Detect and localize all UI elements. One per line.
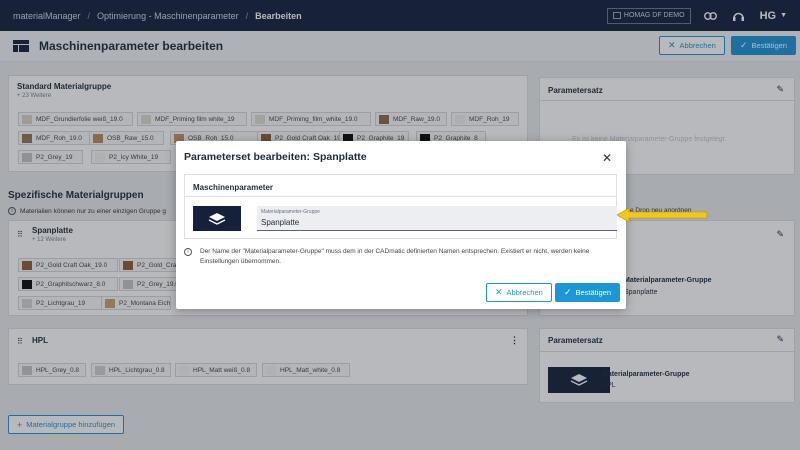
edit-parameter-set-dialog: Parameterset bearbeiten: Spanplatte ✕ Ma… <box>176 141 626 309</box>
dialog-title: Parameterset bearbeiten: Spanplatte <box>184 151 367 163</box>
dialog-info: i Der Name der "Materialparameter-Gruppe"… <box>184 247 609 267</box>
field-label: Materialparameter-Gruppe <box>261 209 320 215</box>
close-icon: ✕ <box>495 287 503 297</box>
close-icon[interactable]: ✕ <box>602 151 612 165</box>
layers-icon <box>208 212 226 225</box>
dialog-info-text: Der Name der "Materialparameter-Gruppe" … <box>200 248 590 265</box>
dialog-confirm-label: Bestätigen <box>575 288 611 297</box>
section-title: Maschinenparameter <box>185 175 616 197</box>
dialog-cancel-label: Abbrechen <box>506 288 543 297</box>
annotation-arrow <box>617 207 708 223</box>
check-icon: ✓ <box>564 287 572 297</box>
parameter-group-field[interactable]: Materialparameter-Gruppe Spanplatte <box>257 206 617 231</box>
dialog-confirm-button[interactable]: ✓ Bestätigen <box>555 283 620 302</box>
dialog-cancel-button[interactable]: ✕ Abbrechen <box>486 283 552 302</box>
machine-parameter-section: Maschinenparameter Materialparameter-Gru… <box>184 174 617 239</box>
parameter-group-thumbnail <box>193 206 241 231</box>
field-value[interactable]: Spanplatte <box>261 218 299 227</box>
info-icon: i <box>184 248 192 256</box>
